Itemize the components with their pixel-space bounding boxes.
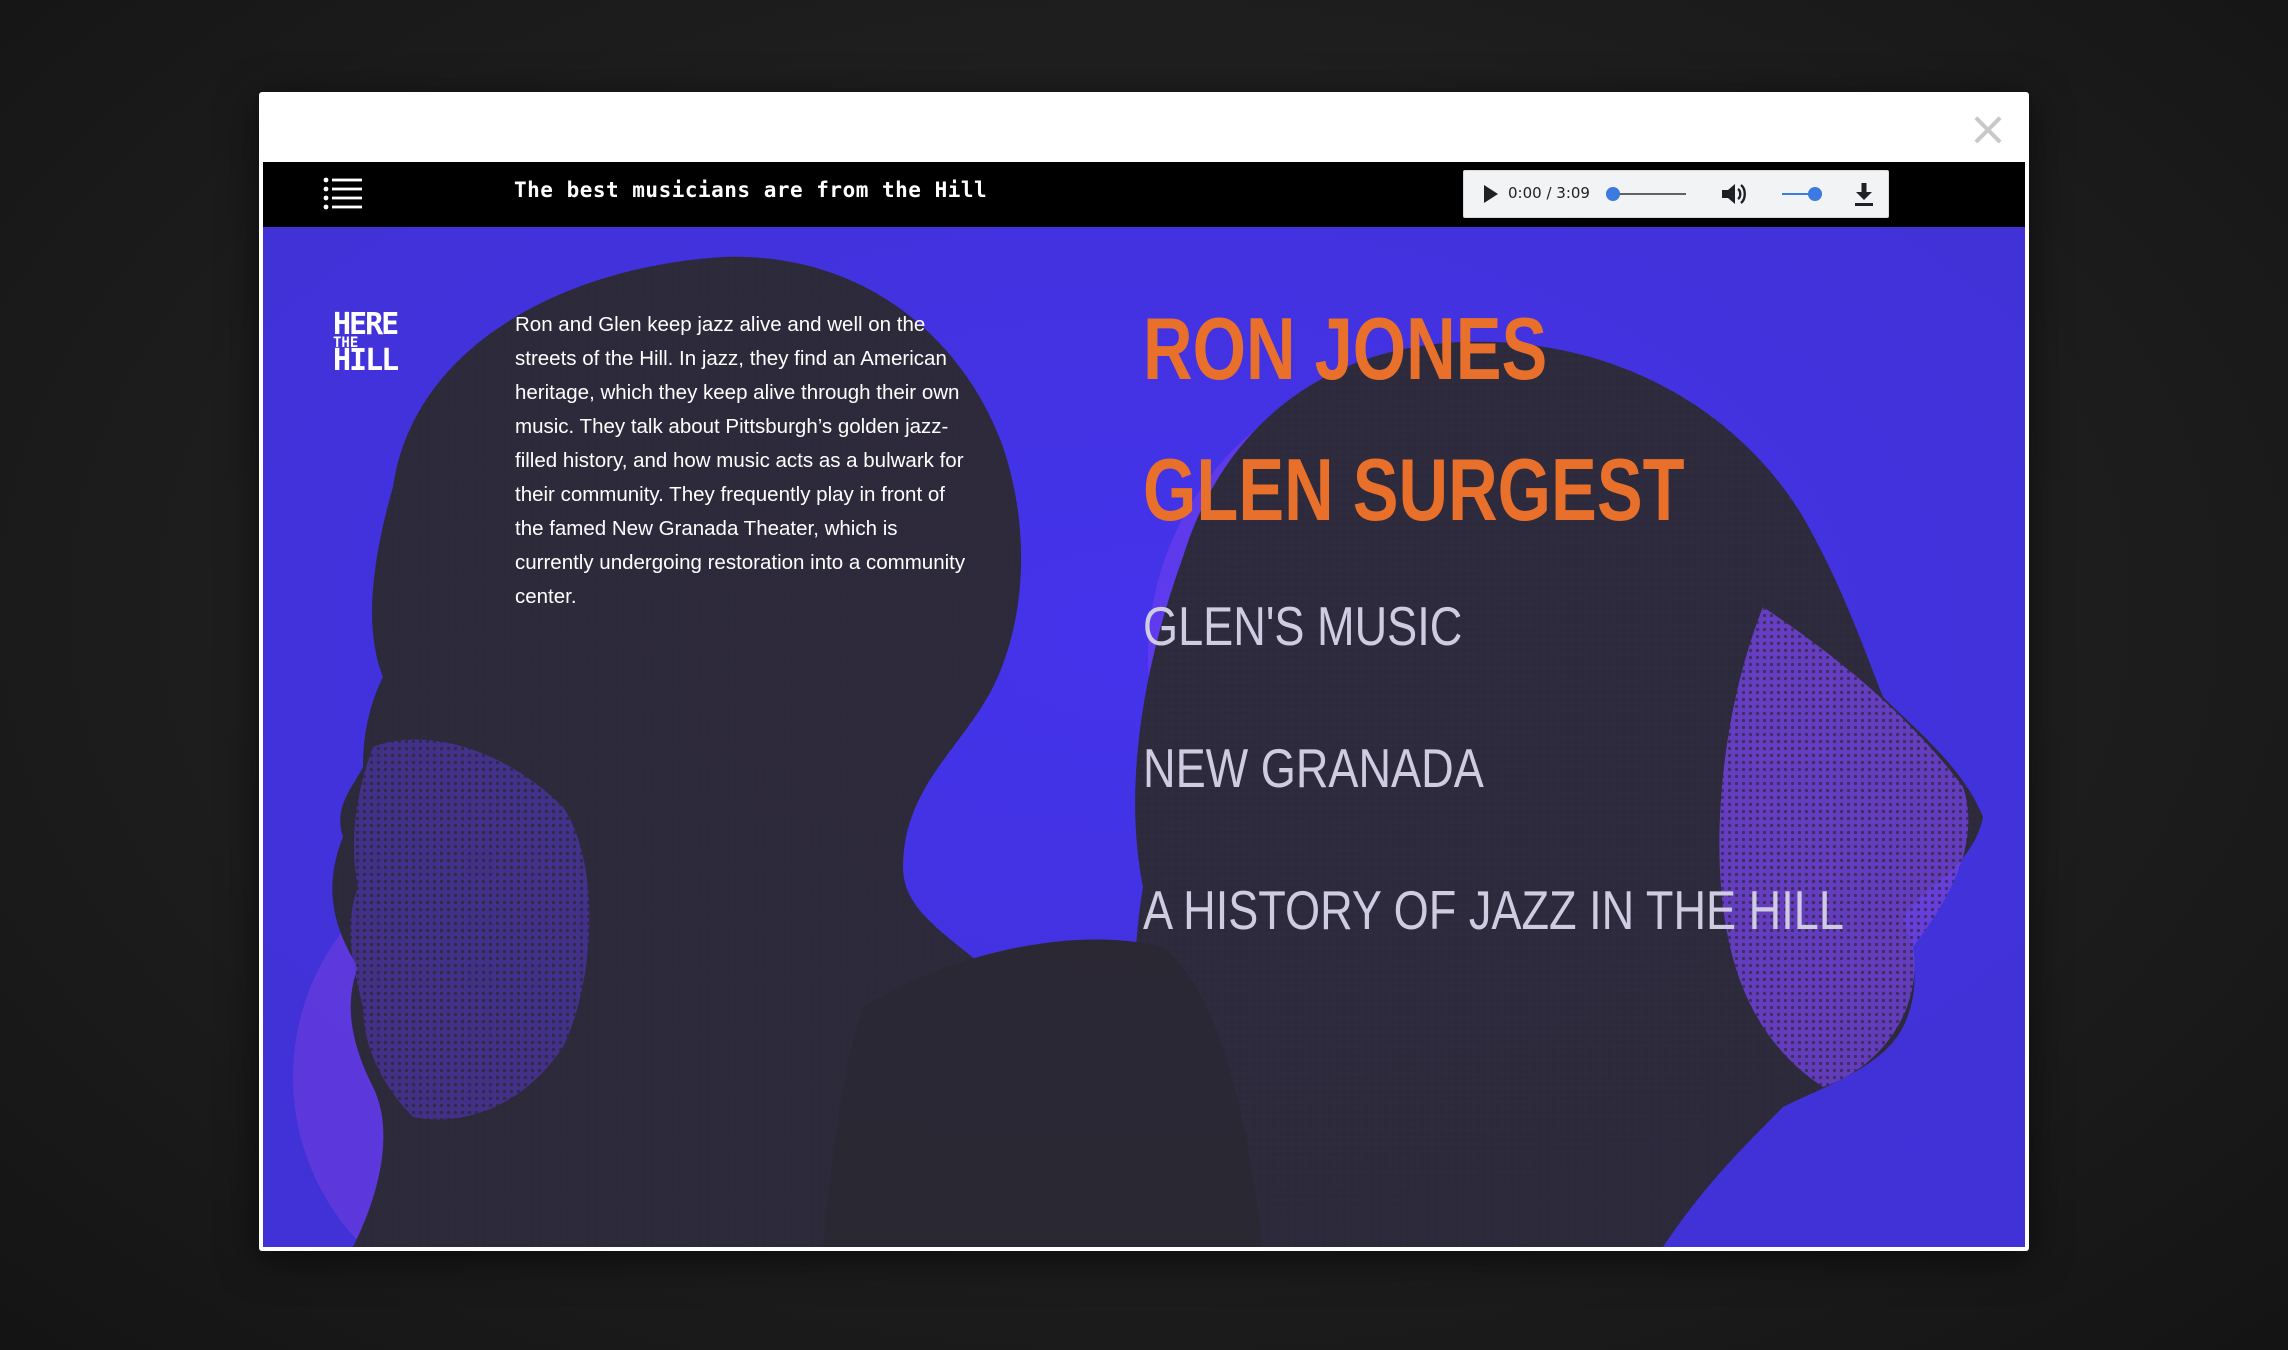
menu-list-icon[interactable]	[323, 176, 363, 212]
story-title: The best musicians are from the Hill	[514, 178, 988, 202]
nav-item-glen-surgest[interactable]: GLEN SURGEST	[1143, 439, 1685, 541]
modal-window: × The best musicians are from the Hill 0…	[259, 92, 2029, 1251]
story-stage: The best musicians are from the Hill 0:0…	[263, 162, 2025, 1247]
play-icon[interactable]	[1478, 182, 1502, 206]
logo-line-here: HERE	[333, 307, 399, 342]
nav-item-ron-jones[interactable]: RON JONES	[1143, 298, 1547, 400]
volume-slider[interactable]	[1782, 187, 1822, 201]
volume-thumb[interactable]	[1808, 187, 1822, 201]
volume-icon[interactable]	[1720, 181, 1748, 207]
close-button[interactable]: ×	[1963, 104, 2013, 154]
nav-item-glens-music[interactable]: GLEN'S MUSIC	[1143, 594, 1462, 658]
download-icon[interactable]	[1852, 181, 1876, 207]
nav-item-new-granada[interactable]: NEW GRANADA	[1143, 736, 1484, 800]
audio-progress-slider[interactable]	[1606, 187, 1686, 201]
intro-paragraph: Ron and Glen keep jazz alive and well on…	[515, 313, 966, 608]
nav-item-history-of-jazz[interactable]: A HISTORY OF JAZZ IN THE HILL	[1143, 878, 1844, 942]
logo-line-hill: HILL	[333, 343, 399, 378]
audio-time: 0:00 / 3:09	[1508, 184, 1590, 202]
here-the-hill-logo[interactable]: HERE THE HILL	[333, 307, 423, 386]
progress-thumb[interactable]	[1606, 187, 1620, 201]
audio-player: 0:00 / 3:09	[1463, 170, 1889, 218]
top-bar: The best musicians are from the Hill 0:0…	[263, 162, 2025, 227]
